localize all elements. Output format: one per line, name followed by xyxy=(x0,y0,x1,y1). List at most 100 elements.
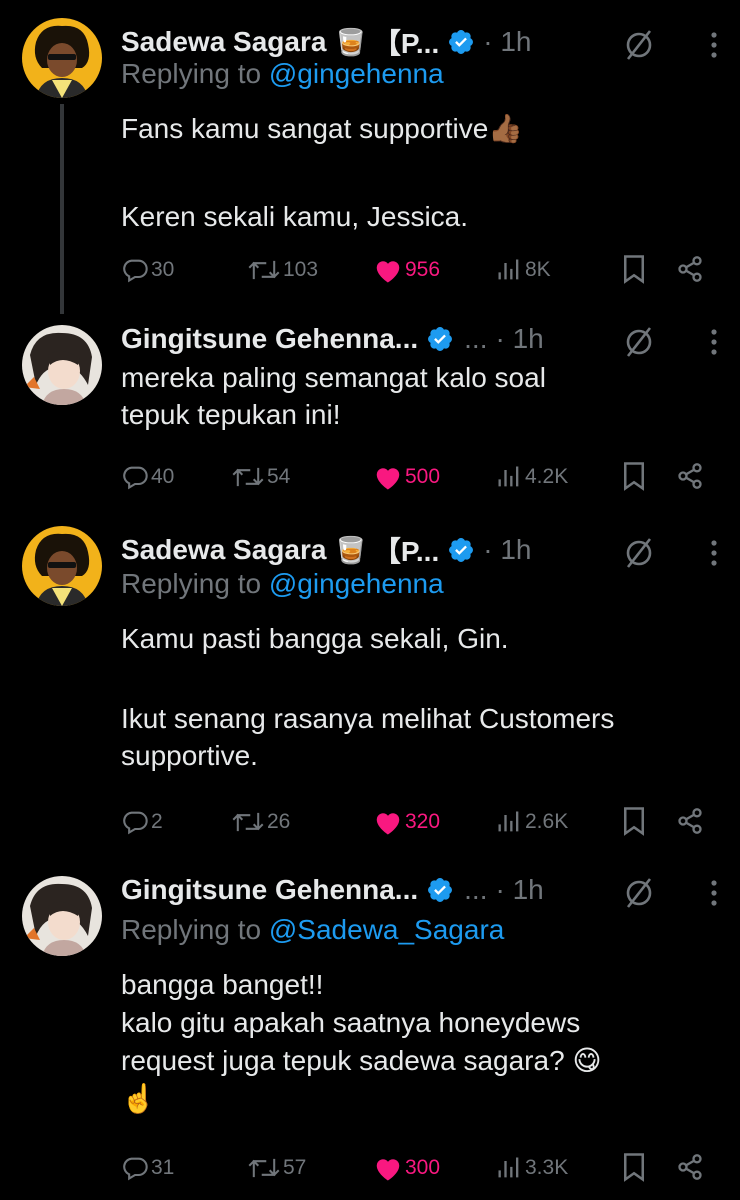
text-line: kalo gitu apakah saatnya honeydews xyxy=(121,1007,581,1038)
author-name[interactable]: Sadewa Sagara xyxy=(121,26,326,58)
views-icon xyxy=(498,466,519,487)
more-vertical-icon[interactable] xyxy=(710,327,718,357)
replying-handle[interactable]: @gingehenna xyxy=(269,568,444,599)
bookmark-icon[interactable] xyxy=(621,254,647,284)
action-bar: 31 57 300 3.3K xyxy=(121,1150,721,1186)
author-name[interactable]: Sadewa Sagara xyxy=(121,534,326,566)
tweet-text: Fans kamu sangat supportive👍🏾 Keren seka… xyxy=(121,110,721,235)
replying-prefix: Replying to xyxy=(121,914,269,945)
text-line: Ikut senang rasanya melihat Customers xyxy=(121,703,615,734)
share-icon[interactable] xyxy=(676,254,704,284)
avatar-sadewa[interactable] xyxy=(22,18,102,98)
action-bar: 40 54 500 4.2K xyxy=(121,459,721,495)
timestamp[interactable]: · 1h xyxy=(483,534,531,566)
views-icon xyxy=(498,259,519,280)
views-icon xyxy=(498,1157,519,1178)
author-name[interactable]: Gingitsune Gehenna... xyxy=(121,874,418,906)
avatar-gingitsune[interactable] xyxy=(22,876,102,956)
thread-line xyxy=(60,104,64,314)
name-suffix: 【P... xyxy=(372,28,440,59)
tweet-header: Gingitsune Gehenna... ... · 1h xyxy=(121,319,544,359)
more-vertical-icon[interactable] xyxy=(710,538,718,568)
like-count: 956 xyxy=(405,258,441,281)
text-line xyxy=(121,657,721,694)
views-count: 4.2K xyxy=(525,465,569,488)
reply-icon xyxy=(123,466,148,490)
avatar-gingitsune[interactable] xyxy=(22,325,102,405)
reply-button[interactable]: 31 xyxy=(121,1150,174,1186)
timestamp[interactable]: · 1h xyxy=(496,874,544,906)
views-count: 8K xyxy=(525,258,551,281)
heart-icon xyxy=(376,1159,400,1181)
share-icon[interactable] xyxy=(676,461,704,491)
repost-icon xyxy=(248,1158,280,1178)
views-icon xyxy=(498,811,519,832)
grok-slash-icon[interactable] xyxy=(622,876,656,910)
grok-slash-icon[interactable] xyxy=(622,325,656,359)
heart-icon xyxy=(376,468,400,490)
reply-count: 2 xyxy=(151,810,163,833)
reply-icon xyxy=(123,259,148,283)
more-vertical-icon[interactable] xyxy=(710,878,718,908)
reply-button[interactable]: 2 xyxy=(121,804,163,840)
tweet[interactable]: Gingitsune Gehenna... ... · 1h Replying … xyxy=(0,866,740,1200)
tweet-header: Gingitsune Gehenna... ... · 1h xyxy=(121,870,544,910)
repost-count: 103 xyxy=(283,258,319,281)
like-button[interactable]: 300 xyxy=(373,1150,440,1186)
more-vertical-icon[interactable] xyxy=(710,30,718,60)
reply-count: 31 xyxy=(151,1156,175,1179)
views-button[interactable]: 2.6K xyxy=(495,804,568,840)
like-count: 300 xyxy=(405,1156,441,1179)
bookmark-icon[interactable] xyxy=(621,461,647,491)
share-icon[interactable] xyxy=(676,806,704,836)
tweet-text: Kamu pasti bangga sekali, Gin. Ikut sena… xyxy=(121,620,721,774)
views-button[interactable]: 8K xyxy=(495,252,551,288)
verified-badge-icon xyxy=(428,878,453,902)
views-button[interactable]: 4.2K xyxy=(495,459,568,495)
name-emoji: 🥃 xyxy=(334,26,367,57)
tweet[interactable]: Gingitsune Gehenna... ... · 1h mereka pa… xyxy=(0,315,740,505)
text-line: bangga banget!! xyxy=(121,969,324,1000)
bookmark-icon[interactable] xyxy=(621,806,647,836)
text-line: Keren sekali kamu, Jessica. xyxy=(121,201,469,232)
like-button[interactable]: 956 xyxy=(373,252,440,288)
like-button[interactable]: 320 xyxy=(373,804,440,840)
reply-button[interactable]: 40 xyxy=(121,459,174,495)
avatar-sadewa[interactable] xyxy=(22,526,102,606)
tweet[interactable]: Sadewa Sagara 🥃 【P... · 1h Replying to @… xyxy=(0,18,740,314)
text-line: tepuk tepukan ini! xyxy=(121,399,341,430)
repost-count: 26 xyxy=(267,810,291,833)
repost-button[interactable]: 54 xyxy=(231,459,290,495)
bookmark-icon[interactable] xyxy=(621,1152,647,1182)
replying-handle[interactable]: @gingehenna xyxy=(269,58,444,89)
repost-button[interactable]: 103 xyxy=(247,252,318,288)
reply-button[interactable]: 30 xyxy=(121,252,174,288)
action-bar: 2 26 320 2.6K xyxy=(121,804,721,840)
like-button[interactable]: 500 xyxy=(373,459,440,495)
name-emoji: 🥃 xyxy=(334,534,367,565)
name-ellipsis: ... xyxy=(464,874,488,905)
views-button[interactable]: 3.3K xyxy=(495,1150,568,1186)
verified-badge-icon xyxy=(449,30,474,54)
tweet[interactable]: Sadewa Sagara 🥃 【P... · 1h Replying to @… xyxy=(0,526,740,846)
verified-badge-icon xyxy=(449,538,474,562)
heart-icon xyxy=(376,813,400,835)
replying-to: Replying to @gingehenna xyxy=(121,58,444,90)
like-count: 320 xyxy=(405,810,441,833)
repost-button[interactable]: 26 xyxy=(231,804,290,840)
reply-icon xyxy=(123,1157,148,1181)
author-name[interactable]: Gingitsune Gehenna... xyxy=(121,323,418,355)
replying-handle[interactable]: @Sadewa_Sagara xyxy=(269,914,504,945)
replying-prefix: Replying to xyxy=(121,568,269,599)
text-line: Fans kamu sangat supportive👍🏾 xyxy=(121,113,524,144)
text-line: mereka paling semangat kalo soal xyxy=(121,362,546,393)
repost-button[interactable]: 57 xyxy=(247,1150,306,1186)
grok-slash-icon[interactable] xyxy=(622,28,656,62)
share-icon[interactable] xyxy=(676,1152,704,1182)
timestamp[interactable]: · 1h xyxy=(496,323,544,355)
repost-count: 57 xyxy=(283,1156,307,1179)
grok-slash-icon[interactable] xyxy=(622,536,656,570)
timestamp[interactable]: · 1h xyxy=(483,26,531,58)
replying-to: Replying to @gingehenna xyxy=(121,568,444,600)
reply-count: 40 xyxy=(151,465,175,488)
